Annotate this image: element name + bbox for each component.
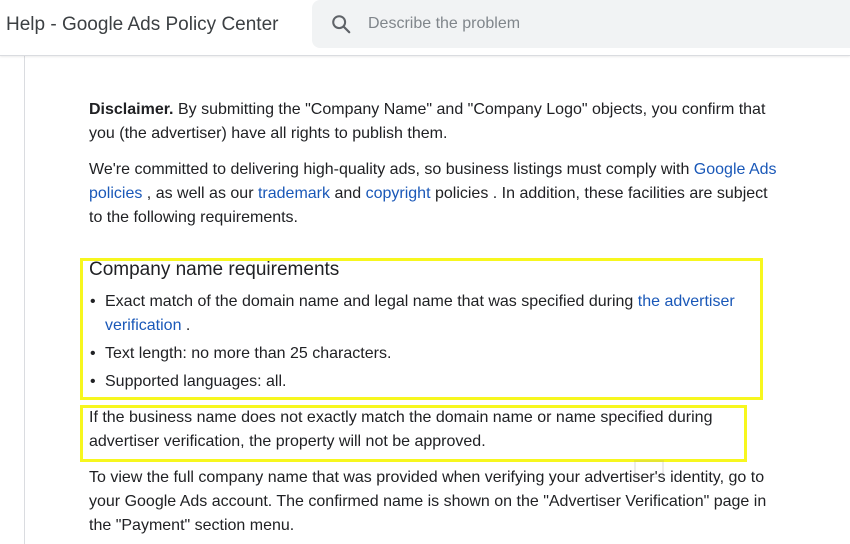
requirement-text: Text length: no more than 25 characters.	[105, 345, 392, 362]
watermark	[634, 458, 804, 480]
section-heading: Company name requirements	[89, 259, 340, 280]
policy-text-2: , as well as our	[142, 185, 258, 202]
mismatch-paragraph: If the business name does not exactly ma…	[89, 409, 713, 450]
requirement-text: Supported languages: all.	[105, 373, 287, 390]
top-bar: Help - Google Ads Policy Center	[0, 0, 850, 56]
policy-text-1: We're committed to delivering high-quali…	[89, 161, 694, 178]
left-divider	[24, 56, 25, 544]
list-item: • Exact match of the domain name and lega…	[89, 290, 761, 338]
policy-text-3: and	[330, 185, 366, 202]
bullet: •	[90, 293, 96, 310]
copyright-link[interactable]: copyright	[366, 185, 431, 202]
requirement-text: Exact match of the domain name and legal…	[105, 293, 638, 310]
requirements-list: • Exact match of the domain name and lega…	[89, 290, 761, 398]
requirement-tail: .	[181, 317, 191, 334]
search-input[interactable]	[368, 10, 828, 38]
watermark-box-icon	[634, 460, 664, 478]
list-item: • Text length: no more than 25 characters…	[89, 342, 761, 366]
list-item: • Supported languages: all.	[89, 370, 761, 394]
disclaimer-text: By submitting the "Company Name" and "Co…	[89, 101, 766, 142]
search-box[interactable]	[312, 0, 850, 48]
policy-paragraph: We're committed to delivering high-quali…	[89, 158, 779, 230]
bullet: •	[90, 373, 96, 390]
disclaimer-label: Disclaimer.	[89, 101, 174, 118]
disclaimer-paragraph: Disclaimer. By submitting the "Company N…	[89, 98, 779, 146]
search-icon[interactable]	[330, 13, 352, 35]
bullet: •	[90, 345, 96, 362]
site-title[interactable]: Help - Google Ads Policy Center	[6, 14, 278, 36]
trademark-link[interactable]: trademark	[258, 185, 330, 202]
